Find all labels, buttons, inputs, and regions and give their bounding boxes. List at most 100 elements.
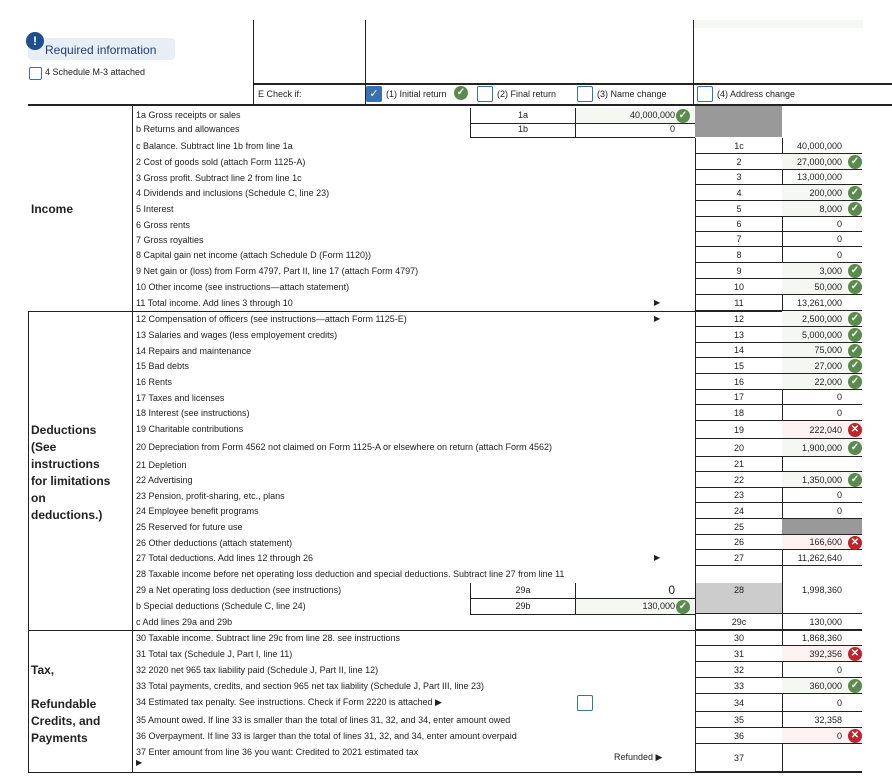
line-number: 4 [695,185,783,201]
check-correct-icon: ✓ [848,343,862,358]
arrow-icon: ▶ [654,553,661,562]
line-number: 21 [695,457,783,472]
line-number: 34 [695,694,783,712]
line-number: 3 [695,170,783,185]
line-value-input[interactable]: 0 [782,390,862,405]
check-correct-icon: ✓ [848,679,862,693]
check-if-checkbox[interactable] [697,86,713,102]
line-description: 25 Reserved for future use [136,522,243,532]
line-number: 13 [695,327,783,343]
line-number: 10 [695,279,783,295]
section-deductions: deductions.) [31,508,103,522]
line-value-input[interactable]: 0 [782,405,862,421]
line-value-input[interactable]: 0 [782,488,862,503]
line-number: 19 [695,421,783,439]
line-description: 8 Capital gain net income (attach Schedu… [136,250,371,260]
line-value-input[interactable]: 0 [782,247,862,263]
line-number: 18 [695,405,783,421]
section-tax: Credits, and [31,714,101,728]
line-description: b Special deductions (Schedule C, line 2… [136,601,306,611]
line-description: 29 a Net operating loss deduction (see i… [136,585,342,595]
line-number: 16 [695,374,783,390]
line-description: 10 Other income (see instructions—attach… [136,282,350,292]
line-description: 9 Net gain or (loss) from Form 4797, Par… [136,266,419,276]
schedule-m3-label: 4 Schedule M-3 attached [45,67,146,77]
line-number: 37 [695,744,783,772]
check-correct-icon: ✓ [848,328,862,342]
line-value-input [782,519,862,535]
line-value-input[interactable]: 13,000,000 [782,170,862,185]
section-deductions: (See [31,440,57,454]
check-correct-icon: ✓ [848,473,862,487]
line-value-input[interactable]: 0 [782,503,862,519]
line-description: 5 Interest [136,204,174,214]
line-description: 36 Overpayment. If line 33 is larger tha… [136,731,517,741]
check-if-checkbox[interactable]: ✓ [366,86,382,102]
line-value-input[interactable]: 11,262,640 [782,550,862,566]
x-incorrect-icon: ✕ [848,535,862,550]
line-number: 23 [695,488,783,503]
line-description: 14 Repairs and maintenance [136,346,252,356]
section-tax: Refundable [31,697,97,711]
check-correct-icon: ✓ [848,441,862,455]
line-value-input[interactable] [782,457,862,472]
line-number: 31 [695,646,783,662]
line-number: 5 [695,201,783,217]
line-description: 4 Dividends and inclusions (Schedule C, … [136,188,330,198]
line-description: c Balance. Subtract line 1b from line 1a [136,141,293,151]
check-if-label: E Check if: [258,89,302,99]
line-description: 20 Depreciation from Form 4562 not claim… [136,442,553,452]
line-value-input[interactable]: 1,868,360 [782,630,862,646]
line-value-input[interactable]: 1,998,360 [782,566,862,614]
check-correct-icon: ✓ [676,600,690,614]
line-description: 11 Total income. Add lines 3 through 10 [136,298,293,308]
line-value-input[interactable]: 32,358 [782,712,862,728]
section-deductions: Deductions [31,423,97,437]
check-if-checkbox[interactable] [577,86,593,102]
arrow-icon: ▶ [136,758,143,767]
line-description: 16 Rents [136,377,173,387]
line-description: 30 Taxable income. Subtract line 29c fro… [136,633,400,643]
line-description: 19 Charitable contributions [136,424,244,434]
sub-line-value-input[interactable]: 0 [576,583,695,599]
line-description: 13 Salaries and wages (less employement … [136,330,338,340]
form-2220-checkbox[interactable] [577,695,593,711]
line-number: 1c [695,138,783,154]
sub-line-number: 1b [470,122,576,138]
sub-line-number: 29b [470,599,576,615]
line-number: 29c [695,614,783,630]
refunded-label: Refunded ▶ [614,752,663,762]
section-income: Income [31,202,74,216]
schedule-m3-checkbox[interactable] [29,67,42,80]
section-deductions: for limitations [31,474,111,488]
line-number: 24 [695,503,783,519]
line-description: b Returns and allowances [136,124,240,134]
line-number: 9 [695,263,783,279]
check-correct-icon: ✓ [848,375,862,389]
line-value-input[interactable]: 0 [782,694,862,712]
arrow-icon: ▶ [654,298,661,307]
line-number: 36 [695,728,783,744]
check-if-checkbox[interactable] [477,86,493,102]
line-value-input[interactable] [782,744,862,772]
line-description: 22 Advertising [136,475,193,485]
check-correct-icon: ✓ [848,280,862,294]
arrow-icon: ▶ [654,314,661,323]
line-number: 14 [695,343,783,358]
line-value-input[interactable]: 0 [782,232,862,247]
line-value-input[interactable]: 13,261,000 [782,295,862,311]
line-description: 17 Taxes and licenses [136,393,225,403]
line-number: 12 [695,311,783,327]
line-value-input[interactable]: 130,000 [782,614,862,630]
line-description: 32 2020 net 965 tax liability paid (Sche… [136,665,379,675]
line-number: 6 [695,217,783,232]
line-value-input[interactable]: 40,000,000 [782,138,862,154]
line-number: 32 [695,662,783,678]
line-description: c Add lines 29a and 29b [136,617,233,627]
exclamation-icon: ! [26,32,44,50]
line-value-input[interactable]: 0 [782,662,862,678]
line-value-input[interactable]: 0 [782,217,862,232]
required-info-banner[interactable]: ! Required information [26,32,175,60]
sub-line-value-input[interactable]: 0 [576,122,695,138]
sub-line-number: 29a [470,583,576,599]
